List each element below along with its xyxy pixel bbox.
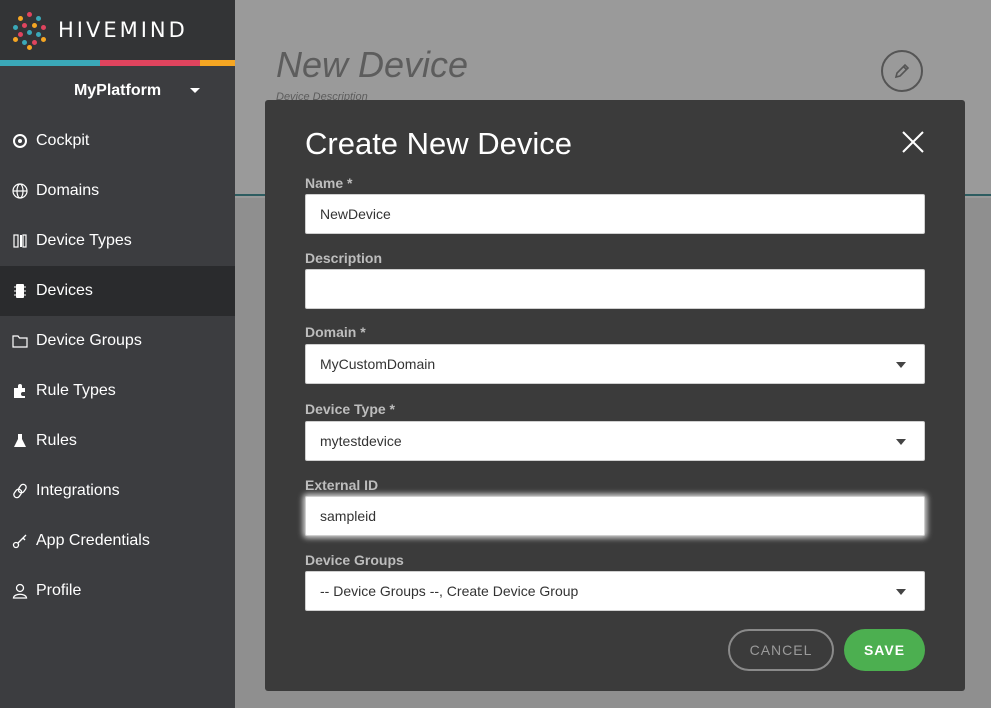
device-types-icon	[10, 231, 30, 251]
create-device-dialog: Create New Device Name * NewDevice Descr…	[265, 100, 965, 691]
sidebar: HIVEMIND MyPlatform Cockpit Domains Devi…	[0, 0, 235, 708]
cancel-button[interactable]: CANCEL	[728, 629, 834, 671]
page-title: New Device	[276, 44, 469, 85]
puzzle-icon	[10, 381, 30, 401]
folder-icon	[10, 331, 30, 351]
domain-value: MyCustomDomain	[320, 356, 436, 372]
device-groups-value: -- Device Groups --, Create Device Group	[320, 583, 579, 599]
description-field[interactable]	[305, 269, 925, 309]
sidebar-item-label: App Credentials	[36, 532, 150, 549]
flask-icon	[10, 431, 30, 451]
chevron-down-icon	[896, 362, 906, 368]
close-button[interactable]	[901, 130, 925, 154]
sidebar-item-label: Rule Types	[36, 382, 116, 399]
sidebar-item-label: Integrations	[36, 482, 120, 499]
chip-icon	[10, 281, 30, 301]
edit-button[interactable]	[881, 50, 923, 92]
brand-header: HIVEMIND	[0, 0, 235, 60]
dialog-title: Create New Device	[305, 126, 573, 161]
sidebar-item-integrations[interactable]: Integrations	[0, 466, 235, 516]
name-label: Name *	[305, 175, 353, 191]
sidebar-item-devices[interactable]: Devices	[0, 266, 235, 316]
device-type-select[interactable]: mytestdevice	[305, 421, 925, 461]
description-label: Description	[305, 250, 383, 266]
chevron-down-icon	[896, 439, 906, 445]
sidebar-item-cockpit[interactable]: Cockpit	[0, 116, 235, 166]
sidebar-item-label: Devices	[36, 282, 93, 299]
chevron-down-icon	[896, 589, 906, 595]
sidebar-item-label: Profile	[36, 582, 82, 599]
sidebar-item-profile[interactable]: Profile	[0, 566, 235, 616]
chevron-down-icon	[190, 88, 200, 93]
save-button[interactable]: SAVE	[844, 629, 925, 671]
link-icon	[10, 481, 30, 501]
domain-select[interactable]: MyCustomDomain	[305, 344, 925, 384]
device-groups-select[interactable]: -- Device Groups --, Create Device Group	[305, 571, 925, 611]
device-type-label: Device Type *	[305, 401, 396, 417]
name-field[interactable]: NewDevice	[305, 194, 925, 234]
sidebar-item-label: Domains	[36, 182, 100, 199]
platform-name: MyPlatform	[73, 82, 162, 99]
sidebar-item-label: Rules	[36, 432, 77, 449]
globe-icon	[10, 181, 30, 201]
device-groups-label: Device Groups	[305, 552, 404, 568]
pencil-icon	[894, 63, 910, 79]
hivemind-logo-icon	[10, 10, 50, 50]
external-id-field[interactable]: sampleid	[305, 496, 925, 536]
brand-name: HIVEMIND	[58, 18, 188, 42]
platform-selector[interactable]: MyPlatform	[0, 66, 235, 116]
external-id-label: External ID	[305, 477, 379, 493]
sidebar-item-label: Device Groups	[36, 332, 142, 349]
sidebar-item-device-types[interactable]: Device Types	[0, 216, 235, 266]
sidebar-item-label: Cockpit	[36, 132, 90, 149]
sidebar-item-device-groups[interactable]: Device Groups	[0, 316, 235, 366]
sidebar-item-rules[interactable]: Rules	[0, 416, 235, 466]
user-icon	[10, 581, 30, 601]
sidebar-item-rule-types[interactable]: Rule Types	[0, 366, 235, 416]
device-type-value: mytestdevice	[320, 433, 402, 449]
key-icon	[10, 531, 30, 551]
sidebar-item-domains[interactable]: Domains	[0, 166, 235, 216]
close-icon	[902, 131, 924, 153]
domain-label: Domain *	[305, 324, 366, 340]
sidebar-item-app-credentials[interactable]: App Credentials	[0, 516, 235, 566]
sidebar-item-label: Device Types	[36, 232, 132, 249]
compass-icon	[10, 131, 30, 151]
